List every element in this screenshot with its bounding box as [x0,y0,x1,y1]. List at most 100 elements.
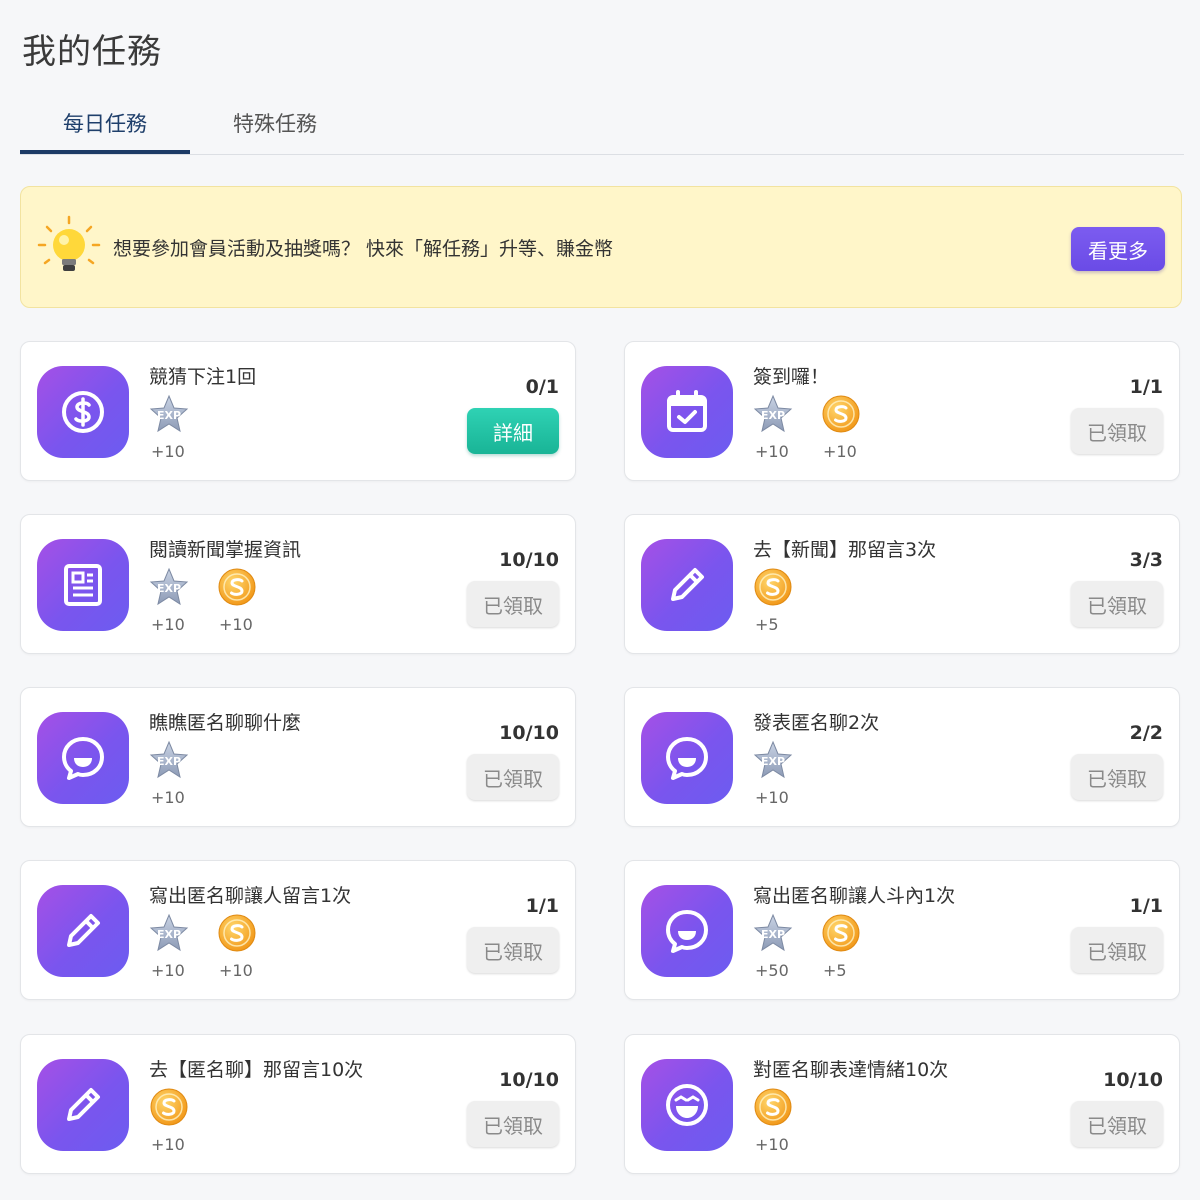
coin-icon [149,1087,189,1127]
exp-reward: +10 [149,394,209,474]
reward-amount: +10 [151,615,185,634]
reward-amount: +10 [755,1135,789,1154]
reward-amount: +10 [219,615,253,634]
task-icon-tile [641,1059,733,1151]
task-progress: 1/1 [1129,895,1163,917]
exp-star-icon [753,394,793,434]
chat-smile-icon [59,734,107,782]
reward-amount: +10 [823,442,857,461]
task-tabs: 每日任務 特殊任務 [20,96,1184,155]
reward-amount: +5 [823,961,847,980]
claimed-button[interactable]: 已領取 [1071,927,1163,973]
reward-amount: +10 [219,961,253,980]
reward-amount: +10 [151,788,185,807]
detail-button[interactable]: 詳細 [467,408,559,454]
coin-icon [821,913,861,953]
task-progress: 0/1 [525,376,559,398]
coin-reward: +10 [217,913,277,993]
chat-smile-icon [663,907,711,955]
coin-icon [217,567,257,607]
see-more-button[interactable]: 看更多 [1071,227,1165,271]
task-icon-tile [641,539,733,631]
claimed-button[interactable]: 已領取 [1071,408,1163,454]
task-icon-tile [37,366,129,458]
task-progress: 10/10 [499,1069,559,1091]
task-progress: 1/1 [1129,376,1163,398]
task-progress: 10/10 [499,549,559,571]
task-progress: 10/10 [1103,1069,1163,1091]
coin-reward: +10 [149,1087,209,1167]
coin-reward: +10 [753,1087,813,1167]
claimed-button[interactable]: 已領取 [1071,581,1163,627]
reward-amount: +5 [755,615,779,634]
page-title: 我的任務 [22,32,162,72]
task-icon-tile [37,539,129,631]
claimed-button[interactable]: 已領取 [467,581,559,627]
claimed-button[interactable]: 已領取 [467,754,559,800]
tab-special-tasks[interactable]: 特殊任務 [190,96,360,152]
coin-icon [821,394,861,434]
task-card: 簽到囉！ +10 +10 1/1 已領取 [624,341,1180,481]
exp-star-icon [753,740,793,780]
task-name: 去【匿名聊】那留言10次 [149,1059,364,1081]
exp-star-icon [149,913,189,953]
coin-reward: +5 [821,913,881,993]
task-name: 閱讀新聞掌握資訊 [149,539,302,561]
coin-icon [753,567,793,607]
coin-reward: +10 [217,567,277,647]
task-name: 瞧瞧匿名聊聊什麼 [149,712,302,734]
exp-reward: +10 [753,740,813,820]
task-card: 去【新聞】那留言3次 +5 3/3 已領取 [624,514,1180,654]
task-name: 簽到囉！ [753,366,830,388]
coin-icon [753,1087,793,1127]
task-card: 發表匿名聊2次 +10 2/2 已領取 [624,687,1180,827]
pencil-icon [59,1081,107,1129]
reward-amount: +50 [755,961,789,980]
reward-amount: +10 [755,442,789,461]
task-card: 對匿名聊表達情緒10次 +10 10/10 已領取 [624,1034,1180,1174]
task-name: 去【新聞】那留言3次 [753,539,937,561]
claimed-button[interactable]: 已領取 [1071,1101,1163,1147]
task-progress: 3/3 [1129,549,1163,571]
coin-reward: +10 [821,394,881,474]
task-name: 競猜下注1回 [149,366,257,388]
claimed-button[interactable]: 已領取 [467,927,559,973]
lightbulb-icon [37,215,101,271]
promo-banner: 想要參加會員活動及抽獎嗎？ 快來「解任務」升等、賺金幣 看更多 [20,186,1182,308]
tab-daily-tasks[interactable]: 每日任務 [20,96,190,154]
task-name: 寫出匿名聊讓人斗內1次 [753,885,956,907]
coin-icon [217,913,257,953]
task-name: 寫出匿名聊讓人留言1次 [149,885,352,907]
task-icon-tile [641,885,733,977]
reward-amount: +10 [151,1135,185,1154]
task-name: 發表匿名聊2次 [753,712,880,734]
task-card: 競猜下注1回 +10 0/1 詳細 [20,341,576,481]
task-icon-tile [37,1059,129,1151]
exp-reward: +10 [149,567,209,647]
task-name: 對匿名聊表達情緒10次 [753,1059,949,1081]
reward-amount: +10 [151,442,185,461]
claimed-button[interactable]: 已領取 [1071,754,1163,800]
exp-star-icon [149,740,189,780]
task-card: 瞧瞧匿名聊聊什麼 +10 10/10 已領取 [20,687,576,827]
calendar-check-icon [663,388,711,436]
reward-amount: +10 [151,961,185,980]
task-card: 去【匿名聊】那留言10次 +10 10/10 已領取 [20,1034,576,1174]
claimed-button[interactable]: 已領取 [467,1101,559,1147]
banner-message: 想要參加會員活動及抽獎嗎？ 快來「解任務」升等、賺金幣 [113,238,614,260]
task-card: 閱讀新聞掌握資訊 +10 +10 10/10 已領取 [20,514,576,654]
newspaper-icon [59,561,107,609]
reward-amount: +10 [755,788,789,807]
task-progress: 10/10 [499,722,559,744]
task-icon-tile [37,712,129,804]
task-card: 寫出匿名聊讓人留言1次 +10 +10 1/1 已領取 [20,860,576,1000]
exp-star-icon [753,913,793,953]
task-progress: 1/1 [525,895,559,917]
chat-smile-icon [663,734,711,782]
task-icon-tile [641,366,733,458]
pencil-icon [59,907,107,955]
exp-reward: +10 [149,740,209,820]
task-card: 寫出匿名聊讓人斗內1次 +50 +5 1/1 已領取 [624,860,1180,1000]
exp-reward: +50 [753,913,813,993]
exp-reward: +10 [753,394,813,474]
